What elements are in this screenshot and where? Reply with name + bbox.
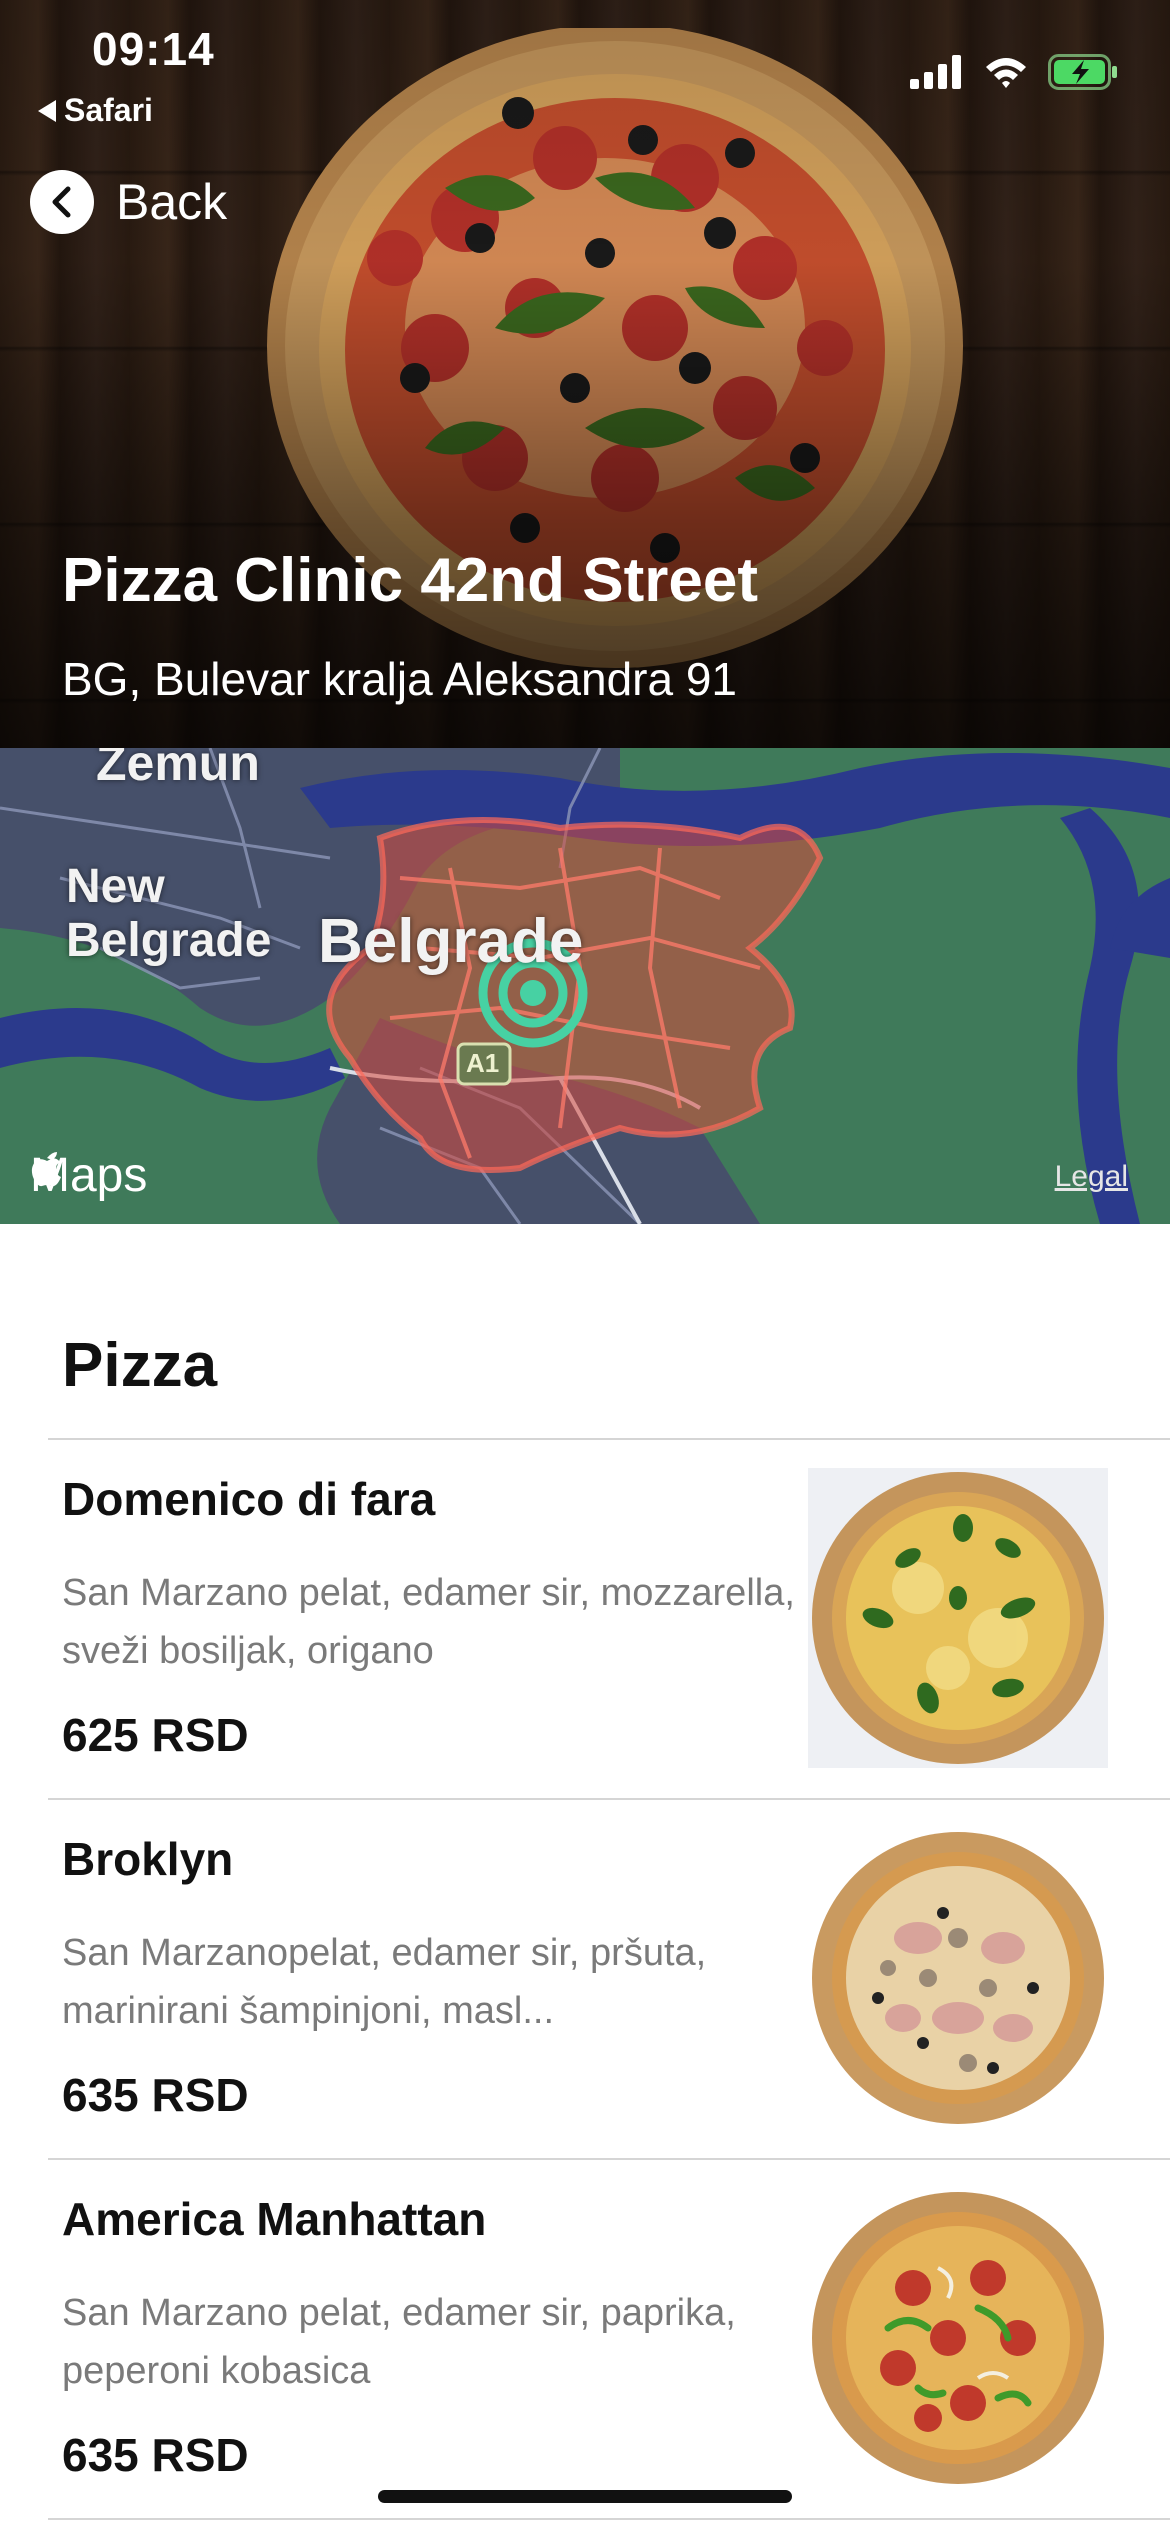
battery-charging-icon: [1048, 54, 1117, 90]
pizza-photo: [808, 2188, 1108, 2488]
back-label: Back: [116, 174, 228, 230]
restaurant-name: Pizza Clinic 42nd Street: [62, 546, 758, 615]
restaurant-hero: 09:14 Safari Back Pizza Clinic 42nd Stre…: [0, 0, 1170, 748]
menu-item-description: San Marzano pelat, edamer sir, mozzarell…: [62, 1572, 795, 1672]
return-to-app-link[interactable]: Safari: [38, 92, 153, 129]
map-label-new-belgrade: New Belgrade: [66, 860, 272, 967]
apple-logo-icon: [31, 1152, 61, 1187]
home-indicator[interactable]: [378, 2490, 792, 2503]
delivery-area-map[interactable]: Zemun New Belgrade Belgrade A1 Maps Lega…: [0, 748, 1170, 1224]
menu-item-list: Domenico di fara San Marzano pelat, edam…: [48, 1438, 1170, 2520]
list-divider: [48, 2518, 1170, 2520]
menu-item[interactable]: America Manhattan San Marzano pelat, eda…: [48, 2158, 1170, 2518]
return-app-label: Safari: [64, 92, 153, 128]
legal-link[interactable]: Legal: [1055, 1160, 1128, 1194]
map-label-belgrade: Belgrade: [318, 907, 584, 976]
menu-item-description: San Marzano pelat, edamer sir, paprika, …: [62, 2292, 736, 2392]
menu-item-price: 635 RSD: [62, 2069, 249, 2121]
map-road-shield-label: A1: [466, 1048, 500, 1078]
menu-item[interactable]: Domenico di fara San Marzano pelat, edam…: [48, 1438, 1170, 1798]
menu-item-name: America Manhattan: [62, 2193, 487, 2245]
menu-section-title: Pizza: [62, 1331, 218, 1400]
wifi-icon: [986, 58, 1026, 88]
pizza-photo: [808, 1828, 1108, 2128]
pizza-photo: [808, 1468, 1108, 1768]
status-bar: 09:14 Safari: [0, 0, 1170, 140]
maps-attribution: Maps: [30, 1148, 147, 1203]
back-triangle-icon: [38, 99, 56, 122]
menu-item-price: 625 RSD: [62, 1709, 249, 1761]
back-chevron-icon: [30, 170, 94, 234]
menu-item-name: Broklyn: [62, 1833, 234, 1885]
menu-item-description: San Marzanopelat, edamer sir, pršuta, ma…: [62, 1932, 707, 2032]
restaurant-address: BG, Bulevar kralja Aleksandra 91: [62, 653, 738, 705]
status-icons: [910, 54, 1118, 90]
status-time: 09:14: [92, 23, 215, 75]
menu-item[interactable]: Broklyn San Marzanopelat, edamer sir, pr…: [48, 1798, 1170, 2158]
menu-item-name: Domenico di fara: [62, 1473, 436, 1525]
map-label-zemun: Zemun: [96, 748, 260, 791]
cellular-signal-icon: [910, 55, 961, 89]
back-button[interactable]: Back: [30, 170, 227, 234]
menu-item-price: 635 RSD: [62, 2429, 249, 2481]
